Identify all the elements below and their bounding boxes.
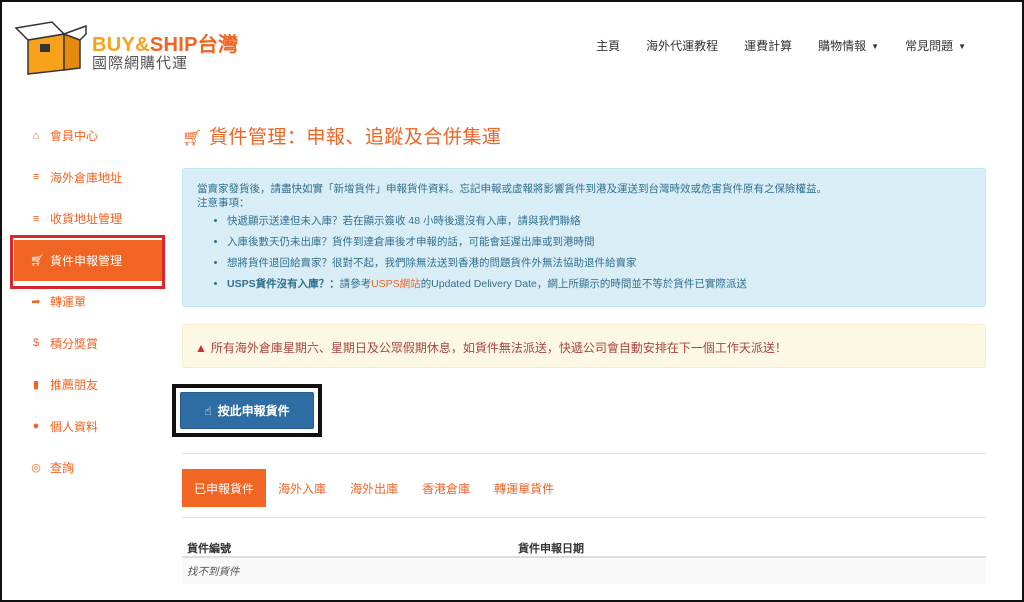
info-alert: 當賣家發貨後，請盡快如實「新增貨件」申報貨件資料。忘記申報或虛報將影響貨件到港及…	[182, 168, 986, 307]
nav-faq[interactable]: 常見問題 ▼	[905, 37, 966, 54]
nav-tutorial[interactable]: 海外代運教程	[646, 37, 718, 54]
sidebar-item-warehouse-address[interactable]: ≡ 海外倉庫地址	[14, 157, 162, 199]
usps-link[interactable]: USPS網站	[371, 278, 421, 290]
top-navigation: 主頁 海外代運教程 運費計算 購物情報 ▼ 常見問題 ▼	[596, 37, 966, 54]
sidebar-item-label: 個人資料	[50, 419, 99, 434]
page-title: 🛒︎ 貨件管理：申報、追蹤及合併集運	[182, 122, 501, 149]
cart-icon: 🛒︎	[182, 130, 203, 147]
list-icon: ≡	[32, 171, 40, 184]
chart-icon: ▮	[32, 379, 40, 392]
home-icon: ⌂	[32, 129, 40, 142]
info-intro: 當賣家發貨後，請盡快如實「新增貨件」申報貨件資料。忘記申報或虛報將影響貨件到港及…	[197, 183, 827, 195]
usps-bold: USPS貨件沒有入庫？：	[227, 278, 340, 290]
tab-overseas-outbound[interactable]: 海外出庫	[338, 469, 410, 507]
box-logo-icon	[14, 21, 87, 75]
sidebar-item-receiving-address[interactable]: ≡ 收貨地址管理	[14, 198, 162, 240]
tab-hk-warehouse[interactable]: 香港倉庫	[410, 469, 482, 507]
sidebar-item-refer-friends[interactable]: ▮ 推薦朋友	[14, 364, 162, 406]
sidebar-item-label: 轉運單	[50, 295, 87, 310]
usps-post: 的Updated Delivery Date，網上所顯示的時間並不等於貨件已實際…	[420, 278, 747, 290]
highlight-box-sidebar	[10, 235, 165, 289]
info-bullet: 快遞顯示送達但未入庫？若在顯示簽收 48 小時後還沒有入庫，請與我們聯絡	[227, 214, 971, 228]
nav-faq-label: 常見問題	[905, 39, 954, 53]
warning-alert: ▲ 所有海外倉庫星期六、星期日及公眾假期休息，如貨件無法派送，快遞公司會自動安排在…	[182, 324, 986, 368]
share-icon: ➦	[31, 296, 41, 309]
info-bullet-list: 快遞顯示送達但未入庫？若在顯示簽收 48 小時後還沒有入庫，請與我們聯絡 入庫後…	[197, 214, 971, 291]
tab-declared[interactable]: 已申報貨件	[182, 469, 267, 507]
info-notes-label: 注意事項：	[197, 197, 250, 209]
sidebar-item-inquiry[interactable]: ◎ 查詢	[14, 447, 162, 489]
sidebar-item-label: 查詢	[50, 461, 75, 476]
nav-shipping-calc[interactable]: 運費計算	[744, 37, 792, 54]
brand-logo[interactable]: BUY&SHIP台灣 國際網購代運	[14, 20, 254, 76]
nav-home[interactable]: 主頁	[596, 37, 620, 54]
nav-shopping-info[interactable]: 購物情報 ▼	[818, 37, 879, 54]
tab-divider	[182, 517, 986, 518]
tab-overseas-inbound[interactable]: 海外入庫	[266, 469, 338, 507]
sidebar-item-label: 海外倉庫地址	[50, 170, 123, 185]
divider	[182, 453, 986, 454]
column-header-shipment-id[interactable]: 貨件編號	[182, 536, 513, 556]
warning-icon: ▲	[195, 341, 207, 355]
brand-name-part3: 台灣	[197, 34, 239, 56]
sidebar-item-profile[interactable]: ● 個人資料	[14, 406, 162, 448]
nav-shopping-info-label: 購物情報	[818, 39, 867, 53]
sidebar-item-label: 推薦朋友	[50, 378, 99, 393]
table-empty-row: 找不到貨件	[182, 558, 986, 584]
brand-subtitle: 國際網購代運	[92, 55, 189, 72]
usps-pre: 請參考	[339, 278, 372, 290]
sidebar-item-label: 收貨地址管理	[50, 212, 123, 227]
column-header-declare-date[interactable]: 貨件申報日期	[513, 536, 986, 556]
thumbs-up-icon: ☝	[204, 403, 212, 418]
info-bullet: 入庫後數天仍未出庫？貨件到達倉庫後才申報的話，可能會延遲出庫或到港時間	[227, 235, 971, 249]
declare-shipment-button[interactable]: ☝ 按此申報貨件	[180, 392, 314, 429]
sidebar: ⌂ 會員中心 ≡ 海外倉庫地址 ≡ 收貨地址管理 🛒︎ 貨件申報管理 ➦ 轉運單 $ 積分獎…	[14, 115, 162, 489]
shipment-table: 貨件編號 貨件申報日期 找不到貨件	[182, 536, 986, 584]
chevron-down-icon: ▼	[871, 42, 880, 51]
warning-text: 所有海外倉庫星期六、星期日及公眾假期休息，如貨件無法派送，快遞公司會自動安排在下…	[210, 341, 787, 355]
page-title-text: 貨件管理：申報、追蹤及合併集運	[208, 127, 502, 148]
table-header: 貨件編號 貨件申報日期	[182, 536, 986, 558]
sidebar-item-points-reward[interactable]: $ 積分獎賞	[14, 323, 162, 365]
dollar-icon: $	[32, 337, 40, 350]
info-bullet-usps: USPS貨件沒有入庫？：請參考USPS網站的Updated Delivery D…	[227, 277, 971, 291]
lifebuoy-icon: ◎	[31, 462, 41, 475]
highlight-box-button: ☝ 按此申報貨件	[172, 384, 322, 437]
user-icon: ●	[32, 420, 40, 433]
declare-shipment-label: 按此申報貨件	[217, 404, 290, 418]
sidebar-item-member-center[interactable]: ⌂ 會員中心	[14, 115, 162, 157]
info-bullet: 想將貨件退回給賣家？很對不起，我們除無法送到香港的問題貨件外無法協助退件給賣家	[227, 256, 971, 270]
shipment-tabs: 已申報貨件 海外入庫 海外出庫 香港倉庫 轉運單貨件	[182, 469, 566, 507]
list-icon: ≡	[32, 212, 40, 225]
tab-transfer-shipments[interactable]: 轉運單貨件	[482, 469, 566, 507]
sidebar-item-label: 積分獎賞	[50, 336, 99, 351]
chevron-down-icon: ▼	[958, 42, 966, 51]
sidebar-item-label: 會員中心	[50, 129, 99, 144]
